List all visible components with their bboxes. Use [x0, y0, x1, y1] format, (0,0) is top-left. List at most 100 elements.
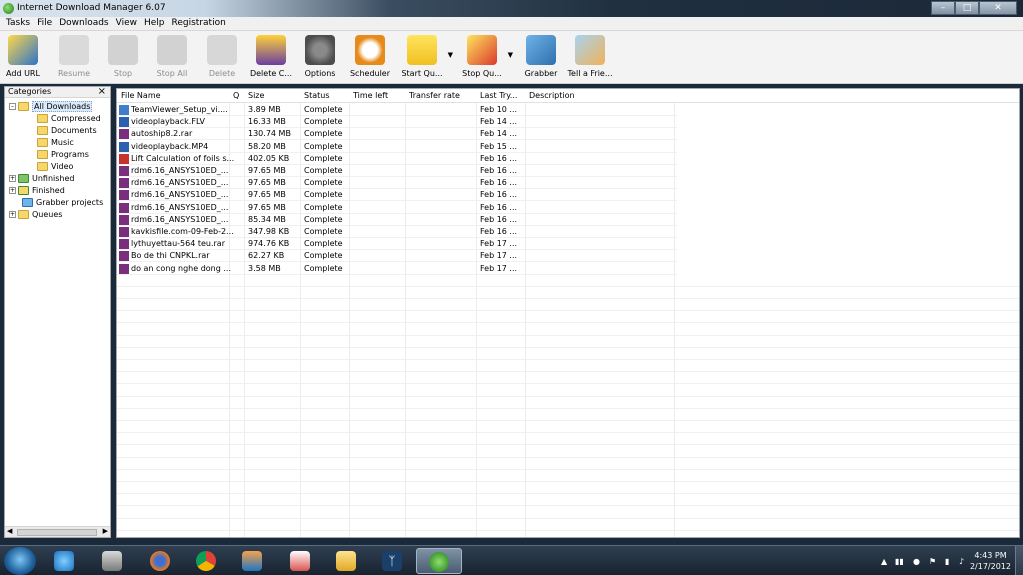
- taskbar-explorer[interactable]: [326, 548, 366, 574]
- categories-horizontal-scrollbar[interactable]: ◀ ▶: [5, 526, 110, 537]
- menu-view[interactable]: View: [114, 17, 142, 30]
- stop-all-button[interactable]: Stop All: [152, 33, 192, 81]
- options-button[interactable]: Options: [302, 33, 338, 81]
- column-transfer-rate[interactable]: Transfer rate: [409, 91, 460, 100]
- column-size[interactable]: Size: [248, 91, 264, 100]
- restore-button[interactable]: □: [955, 1, 979, 15]
- table-row[interactable]: autoship8.2.rar 130.74 MB Complete Feb 14 .…: [117, 128, 677, 141]
- last-try-cell: Feb 16 ...: [480, 166, 518, 175]
- table-row[interactable]: lythuyettau-564 teu.rar 974.76 KB Complete…: [117, 238, 677, 251]
- category-unfinished[interactable]: + Unfinished: [9, 172, 75, 184]
- show-hidden-icons-icon[interactable]: ▲: [881, 557, 887, 566]
- taskbar-media-center[interactable]: [92, 548, 132, 574]
- file-name-cell: rdm6.16_ANSYS10ED_...: [131, 190, 229, 200]
- table-row[interactable]: rdm6.16_ANSYS10ED_... 97.65 MB Complete Feb…: [117, 189, 677, 202]
- taskbar-foxit-reader[interactable]: [280, 548, 320, 574]
- last-try-cell: Feb 17 ...: [480, 239, 518, 249]
- table-row[interactable]: kavkisfile.com-09-Feb-2... 347.98 KB Compl…: [117, 226, 677, 238]
- column-file-name[interactable]: File Name: [121, 91, 161, 100]
- table-row[interactable]: Bo de thi CNPKL.rar 62.27 KB Complete Feb 1…: [117, 250, 677, 263]
- taskbar-internet-explorer[interactable]: [44, 548, 84, 574]
- column-q[interactable]: Q: [233, 91, 239, 100]
- menu-help[interactable]: Help: [142, 17, 170, 30]
- empty-row: [117, 324, 1019, 336]
- category-music[interactable]: Music: [37, 136, 74, 148]
- programs-folder-icon: [37, 149, 48, 159]
- media-player-icon: [242, 551, 262, 571]
- volume-icon[interactable]: ♪: [959, 557, 964, 566]
- tell-a-friend-button[interactable]: Tell a Frie...: [567, 33, 613, 81]
- column-time-left[interactable]: Time left: [353, 91, 388, 100]
- start-queue-dropdown-icon[interactable]: ▼: [448, 51, 453, 59]
- minimize-button[interactable]: –: [931, 1, 955, 15]
- stop-queue-dropdown-icon[interactable]: ▼: [508, 51, 513, 59]
- battery-icon[interactable]: ▮: [945, 557, 949, 566]
- taskbar-idm[interactable]: [416, 548, 462, 574]
- start-queue-button[interactable]: Start Qu... ▼: [399, 33, 453, 81]
- table-row[interactable]: rdm6.16_ANSYS10ED_... 97.65 MB Complete Feb…: [117, 165, 677, 177]
- last-try-cell: Feb 16 ...: [480, 178, 518, 188]
- empty-row: [117, 531, 1019, 537]
- table-row[interactable]: rdm6.16_ANSYS10ED_... 97.65 MB Complete Feb…: [117, 177, 677, 190]
- column-status[interactable]: Status: [304, 91, 330, 100]
- table-row[interactable]: videoplayback.FLV 16.33 MB Complete Feb 14 …: [117, 116, 677, 129]
- category-grabber-projects[interactable]: Grabber projects: [22, 196, 103, 208]
- action-center-flag-icon[interactable]: ⚑: [929, 557, 936, 566]
- network-signal-icon[interactable]: ▮▮: [895, 557, 904, 566]
- status-cell: Complete: [304, 227, 343, 236]
- delete-button[interactable]: Delete: [204, 33, 240, 81]
- empty-row: [117, 385, 1019, 397]
- last-try-cell: Feb 15 ...: [480, 141, 518, 151]
- stop-queue-button[interactable]: Stop Qu... ▼: [459, 33, 513, 81]
- table-row[interactable]: rdm6.16_ANSYS10ED_... 85.34 MB Complete Feb…: [117, 214, 677, 226]
- scroll-left-icon[interactable]: ◀: [7, 527, 12, 535]
- size-cell: 97.65 MB: [248, 190, 286, 200]
- scroll-right-icon[interactable]: ▶: [103, 527, 108, 535]
- category-programs[interactable]: Programs: [37, 148, 89, 160]
- system-clock[interactable]: 4:43 PM 2/17/2012: [970, 550, 1011, 572]
- category-finished[interactable]: + Finished: [9, 184, 65, 196]
- table-row[interactable]: Lift Calculation of foils s... 402.05 KB C…: [117, 153, 677, 165]
- table-row[interactable]: videoplayback.MP4 58.20 MB Complete Feb 15 …: [117, 141, 677, 153]
- close-button[interactable]: ✕: [979, 1, 1017, 15]
- stop-button[interactable]: Stop: [106, 33, 140, 81]
- taskbar-chrome[interactable]: [186, 548, 226, 574]
- resume-button[interactable]: Resume: [54, 33, 94, 81]
- column-description[interactable]: Description: [529, 91, 575, 100]
- category-documents[interactable]: Documents: [37, 124, 97, 136]
- table-row[interactable]: do an cong nghe dong ... 3.58 MB Complete F…: [117, 263, 677, 275]
- menu-file[interactable]: File: [35, 17, 57, 30]
- last-try-cell: Feb 10 ...: [480, 105, 518, 114]
- rar-file-icon: [119, 263, 129, 274]
- scroll-thumb[interactable]: [17, 529, 97, 536]
- status-cell: Complete: [304, 105, 343, 114]
- grabber-button[interactable]: Grabber: [522, 33, 560, 81]
- taskbar-media-player[interactable]: [232, 548, 272, 574]
- collapse-icon[interactable]: –: [9, 102, 16, 110]
- close-categories-icon[interactable]: ×: [98, 86, 106, 97]
- table-row[interactable]: rdm6.16_ANSYS10ED_... 97.65 MB Complete Feb…: [117, 202, 677, 214]
- column-last-try[interactable]: Last Try...: [480, 91, 517, 100]
- taskbar-bluetooth[interactable]: ᛉ: [372, 548, 412, 574]
- show-desktop-button[interactable]: [1015, 546, 1023, 575]
- start-button[interactable]: [4, 547, 36, 575]
- size-cell: 130.74 MB: [248, 129, 291, 139]
- menu-registration[interactable]: Registration: [170, 17, 231, 30]
- category-all-downloads[interactable]: – All Downloads: [9, 100, 93, 112]
- expand-icon[interactable]: +: [9, 210, 16, 218]
- expand-icon[interactable]: +: [9, 174, 16, 182]
- scheduler-button[interactable]: Scheduler: [348, 33, 392, 81]
- firefox-icon: [150, 551, 170, 571]
- table-row[interactable]: TeamViewer_Setup_vi.... 3.89 MB Complete Fe…: [117, 104, 677, 116]
- delete-completed-button[interactable]: Delete C...: [249, 33, 293, 81]
- menu-downloads[interactable]: Downloads: [57, 17, 113, 30]
- taskbar-firefox[interactable]: [140, 548, 180, 574]
- add-url-button[interactable]: Add URL: [4, 33, 42, 81]
- category-queues[interactable]: + Queues: [9, 208, 62, 220]
- idm-tray-icon[interactable]: ●: [913, 557, 920, 566]
- category-video[interactable]: Video: [37, 160, 73, 172]
- category-compressed[interactable]: Compressed: [37, 112, 101, 124]
- menu-tasks[interactable]: Tasks: [4, 17, 35, 30]
- expand-icon[interactable]: +: [9, 186, 16, 194]
- file-name-cell: rdm6.16_ANSYS10ED_...: [131, 214, 229, 224]
